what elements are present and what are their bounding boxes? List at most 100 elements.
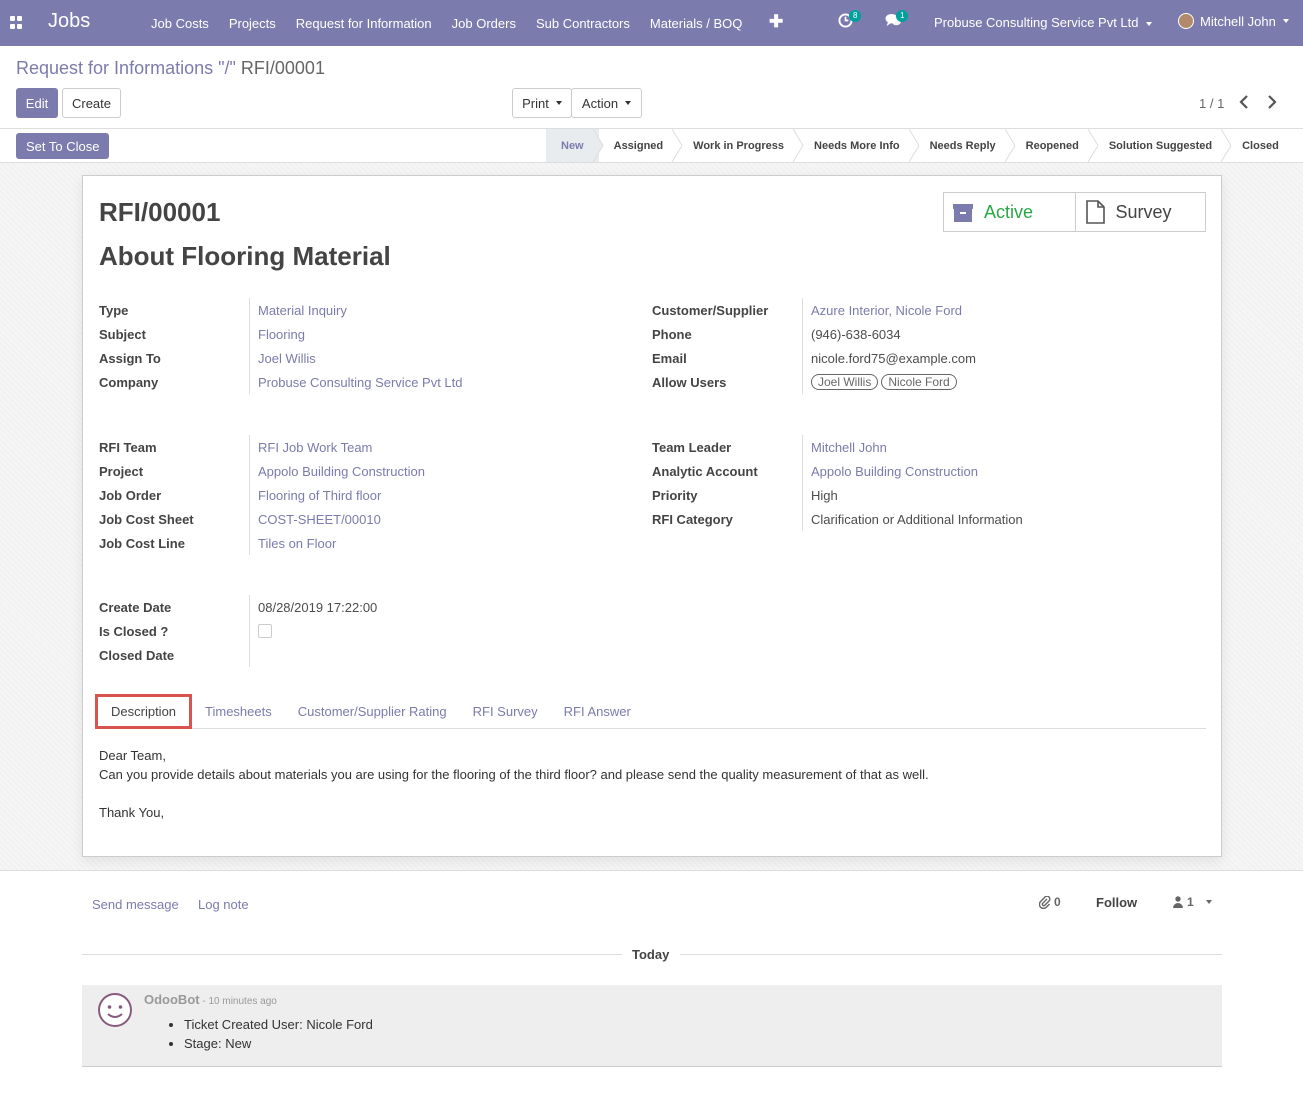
message-time: - 10 minutes ago — [199, 996, 277, 1007]
chevron-down-icon — [625, 101, 632, 105]
stage-solution-suggested[interactable]: Solution Suggested — [1094, 129, 1232, 162]
form-sheet: Active Survey RFI/00001 About Flooring M… — [82, 175, 1222, 857]
field-value[interactable]: RFI Job Work Team — [249, 435, 372, 459]
field-label: RFI Team — [99, 439, 157, 455]
activity-clock-icon[interactable]: 8 — [838, 10, 862, 30]
field-value[interactable]: Joel Willis — [249, 346, 316, 370]
project-info-group: RFI Team RFI Job Work Team Project Appolo … — [99, 435, 425, 555]
stage-assigned[interactable]: Assigned — [599, 129, 683, 162]
author-name[interactable]: OdooBot — [144, 992, 200, 1007]
edit-button[interactable]: Edit — [16, 88, 58, 118]
tab-rfi-survey[interactable]: RFI Survey — [460, 694, 551, 729]
menu-item-job-orders[interactable]: Job Orders — [442, 16, 526, 31]
user-tag[interactable]: Joel Willis — [811, 374, 879, 390]
description-line: Thank You, — [99, 805, 165, 820]
stage-closed[interactable]: Closed — [1227, 129, 1295, 162]
chevron-down-icon — [1282, 19, 1289, 23]
attachments-button[interactable]: 0 — [1039, 895, 1061, 909]
message-author: OdooBot - 10 minutes ago — [144, 992, 277, 1007]
set-to-close-button[interactable]: Set To Close — [16, 133, 110, 159]
stage-label: Reopened — [1025, 139, 1079, 152]
field-type: Type Material Inquiry — [99, 298, 463, 322]
field-value[interactable]: Material Inquiry — [249, 298, 347, 322]
field-value[interactable]: Appolo Building Construction — [249, 459, 425, 483]
field-label: Closed Date — [99, 647, 175, 663]
description-content: Dear Team, Can you provide details about… — [99, 746, 929, 822]
menu-item-job-costs[interactable]: Job Costs — [141, 16, 219, 31]
messages-chat-icon[interactable]: 1 — [885, 10, 909, 30]
field-team-leader: Team Leader Mitchell John — [652, 435, 1023, 459]
stage-pipeline: New Assigned Work in Progress Needs More… — [546, 129, 1295, 162]
field-label: Type — [99, 302, 129, 318]
active-toggle-button[interactable]: Active — [944, 193, 1075, 231]
tab-description[interactable]: Description — [95, 693, 193, 729]
user-tag[interactable]: Nicole Ford — [881, 374, 957, 390]
stage-reopened[interactable]: Reopened — [1011, 129, 1099, 162]
user-menu[interactable]: Mitchell John — [1178, 13, 1289, 29]
print-dropdown-button[interactable]: Print — [512, 88, 572, 118]
dates-group: Create Date 08/28/2019 17:22:00 Is Closed… — [99, 595, 377, 667]
stage-new[interactable]: New — [546, 129, 604, 162]
create-button[interactable]: Create — [62, 88, 121, 118]
field-value[interactable]: Tiles on Floor — [249, 531, 336, 555]
stage-work-in-progress[interactable]: Work in Progress — [678, 129, 804, 162]
chevron-down-icon — [1205, 900, 1212, 904]
user-icon — [1173, 896, 1183, 908]
field-company: Company Probuse Consulting Service Pvt Lt… — [99, 370, 463, 394]
field-project: Project Appolo Building Construction — [99, 459, 425, 483]
apps-menu-icon[interactable] — [10, 16, 23, 29]
field-value[interactable]: COST-SHEET/00010 — [249, 507, 381, 531]
menu-item-materials[interactable]: Materials / BOQ — [640, 16, 752, 31]
field-label: Customer/Supplier — [652, 302, 769, 318]
notebook-tabs: Description Timesheets Customer/Supplier… — [95, 693, 1206, 729]
field-value — [249, 619, 272, 643]
field-analytic-account: Analytic Account Appolo Building Construc… — [652, 459, 1023, 483]
pager-next-icon[interactable] — [1266, 94, 1280, 112]
field-label: Priority — [652, 487, 698, 503]
tracking-item: Stage: New — [184, 1034, 373, 1053]
day-separator: Today — [82, 947, 1222, 963]
quick-create-plus-icon[interactable]: ✚ — [769, 12, 783, 32]
menu-item-rfi[interactable]: Request for Information — [286, 16, 442, 31]
paperclip-icon — [1039, 895, 1051, 909]
stage-needs-more-info[interactable]: Needs More Info — [799, 129, 920, 162]
print-label: Print — [522, 95, 549, 111]
field-value[interactable]: Appolo Building Construction — [802, 459, 978, 483]
field-allow-users: Allow Users Joel Willis Nicole Ford — [652, 370, 976, 394]
company-switcher[interactable]: Probuse Consulting Service Pvt Ltd — [934, 15, 1152, 30]
field-value[interactable]: Probuse Consulting Service Pvt Ltd — [249, 370, 463, 394]
breadcrumb-parent[interactable]: Request for Informations — [16, 58, 213, 78]
field-job-cost-sheet: Job Cost Sheet COST-SHEET/00010 — [99, 507, 425, 531]
follow-button[interactable]: Follow — [1096, 895, 1137, 910]
app-brand[interactable]: Jobs — [48, 10, 90, 33]
stage-needs-reply[interactable]: Needs Reply — [915, 129, 1016, 162]
field-value[interactable]: Mitchell John — [802, 435, 887, 459]
menu-item-sub-contractors[interactable]: Sub Contractors — [526, 16, 640, 31]
field-rfi-category: RFI Category Clarification or Additional … — [652, 507, 1023, 531]
field-label: Is Closed ? — [99, 623, 169, 639]
survey-label: Survey — [1115, 201, 1172, 222]
field-value[interactable]: Flooring — [249, 322, 305, 346]
tab-rfi-answer[interactable]: RFI Answer — [551, 694, 644, 729]
pager-value[interactable]: 1 / 1 — [1199, 96, 1224, 111]
is-closed-checkbox[interactable] — [258, 624, 272, 638]
field-label: RFI Category — [652, 511, 733, 527]
odoobot-avatar-icon — [98, 993, 132, 1027]
tracking-list: Ticket Created User: Nicole Ford Stage: … — [184, 1015, 373, 1053]
field-job-cost-line: Job Cost Line Tiles on Floor — [99, 531, 425, 555]
followers-button[interactable]: 1 — [1173, 895, 1212, 909]
smart-button-box: Active Survey — [943, 192, 1206, 232]
record-reference: RFI/00001 — [99, 197, 221, 227]
tab-customer-rating[interactable]: Customer/Supplier Rating — [285, 694, 460, 729]
menu-item-projects[interactable]: Projects — [219, 16, 286, 31]
log-note-button[interactable]: Log note — [198, 897, 249, 912]
pager-previous-icon[interactable] — [1238, 94, 1252, 112]
send-message-button[interactable]: Send message — [92, 897, 179, 912]
tab-timesheets[interactable]: Timesheets — [192, 694, 285, 729]
field-value[interactable]: Azure Interior, Nicole Ford — [802, 298, 962, 322]
action-dropdown-button[interactable]: Action — [571, 88, 642, 118]
field-value[interactable]: Flooring of Third floor — [249, 483, 381, 507]
record-title: About Flooring Material — [99, 241, 391, 271]
field-value: nicole.ford75@example.com — [802, 346, 976, 370]
survey-button[interactable]: Survey — [1074, 193, 1206, 231]
